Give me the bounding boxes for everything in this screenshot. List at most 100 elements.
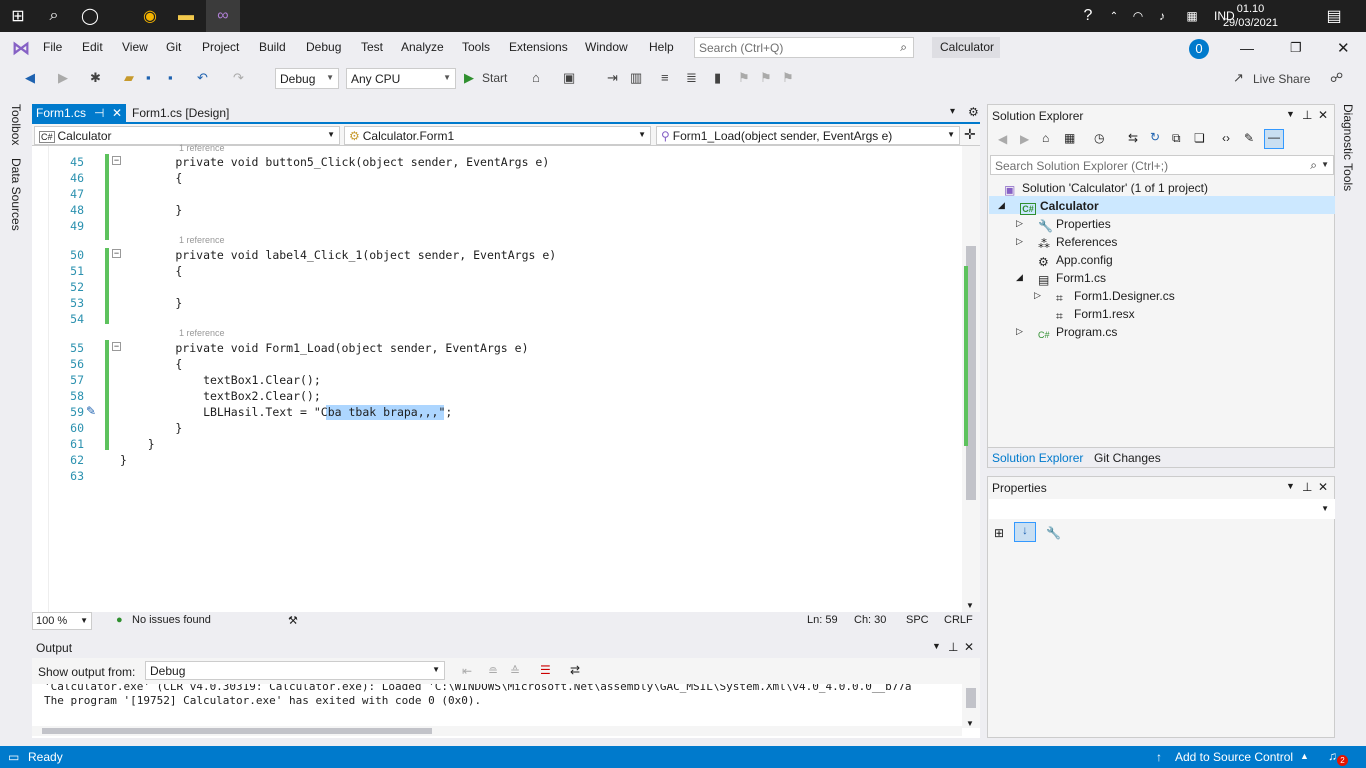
- sync-icon[interactable]: ⇆: [1128, 131, 1138, 145]
- add-source-control-button[interactable]: Add to Source Control: [1175, 750, 1293, 764]
- clock[interactable]: 01.10 29/03/2021: [1223, 2, 1278, 30]
- pin-icon[interactable]: ⊥: [948, 640, 958, 654]
- menu-analyze[interactable]: Analyze: [401, 40, 444, 54]
- undo-icon[interactable]: ↶: [197, 70, 208, 86]
- forward-icon[interactable]: ▶: [1020, 132, 1029, 146]
- quick-action-brush-icon[interactable]: ✎: [86, 404, 96, 418]
- bell-icon[interactable]: ♫: [1328, 749, 1337, 763]
- save-icon[interactable]: ▪: [146, 70, 151, 85]
- scrollbar-thumb[interactable]: [42, 728, 432, 734]
- next-message-icon[interactable]: ≙: [510, 664, 520, 678]
- class-select[interactable]: ⚙ Calculator.Form1 ▼: [344, 126, 651, 145]
- toolbox-tab[interactable]: Toolbox: [9, 104, 23, 145]
- layout-icon[interactable]: ▥: [630, 70, 642, 86]
- tree-references[interactable]: ⁂ References: [1038, 235, 1117, 251]
- task-view-icon[interactable]: ◯: [78, 4, 102, 28]
- close-icon[interactable]: ✕: [1337, 39, 1350, 57]
- browser-icon[interactable]: ▣: [563, 70, 575, 86]
- notifications-icon[interactable]: ▤: [1322, 4, 1346, 28]
- tab-git-changes[interactable]: Git Changes: [1094, 451, 1161, 465]
- collapse-all-icon[interactable]: ⧉: [1172, 131, 1181, 146]
- member-select[interactable]: ⚲ Form1_Load(object sender, EventArgs e) …: [656, 126, 960, 145]
- minimize-icon[interactable]: —: [1240, 40, 1254, 56]
- back-icon[interactable]: ◀: [998, 132, 1007, 146]
- platform-select[interactable]: Any CPU ▼: [346, 68, 456, 89]
- collapsed-icon[interactable]: ▷: [1016, 218, 1023, 229]
- menu-file[interactable]: File: [43, 40, 62, 54]
- zoom-select[interactable]: 100 % ▼: [32, 612, 92, 630]
- alphabetical-icon[interactable]: ↓: [1014, 522, 1036, 542]
- close-icon[interactable]: ✕: [964, 640, 974, 654]
- chevron-up-icon[interactable]: ▲: [1300, 751, 1309, 761]
- tree-solution[interactable]: ▣ Solution 'Calculator' (1 of 1 project): [1004, 181, 1208, 197]
- live-share-icon[interactable]: ↗: [1233, 70, 1244, 86]
- configuration-select[interactable]: Debug ▼: [275, 68, 339, 89]
- issues-status[interactable]: No issues found: [132, 614, 211, 626]
- properties-icon[interactable]: ✎: [1244, 131, 1254, 145]
- menu-help[interactable]: Help: [649, 40, 674, 54]
- home-icon[interactable]: ⌂: [1042, 131, 1049, 145]
- comment-icon[interactable]: ≡: [661, 70, 669, 85]
- solution-name-badge[interactable]: Calculator: [932, 37, 1000, 58]
- close-tab-icon[interactable]: ✕: [112, 106, 122, 120]
- code-editor[interactable]: 1 reference 1 reference 1 reference 45 4…: [32, 143, 980, 612]
- settings-icon[interactable]: ⚙: [968, 105, 979, 119]
- chrome-icon[interactable]: ◉: [138, 4, 162, 28]
- split-icon[interactable]: ✛: [964, 126, 976, 143]
- file-explorer-icon[interactable]: ▬: [174, 4, 198, 28]
- tab-solution-explorer[interactable]: Solution Explorer: [992, 451, 1083, 465]
- collapsed-icon[interactable]: ▷: [1034, 290, 1041, 301]
- menu-git[interactable]: Git: [166, 40, 181, 54]
- prev-message-icon[interactable]: ≘: [488, 664, 498, 678]
- step-icon[interactable]: ⇥: [607, 70, 618, 86]
- output-vertical-scrollbar[interactable]: ▼: [962, 684, 980, 728]
- next-bookmark-icon[interactable]: ⚑: [760, 70, 772, 86]
- object-select[interactable]: ▼: [989, 499, 1335, 519]
- tree-form1-cs[interactable]: ▤ Form1.cs: [1038, 271, 1106, 287]
- dropdown-icon[interactable]: ▼: [932, 641, 941, 651]
- word-wrap-icon[interactable]: ⇄: [570, 663, 580, 677]
- chevron-up-icon[interactable]: ⌃: [1102, 4, 1126, 28]
- search-input[interactable]: Search (Ctrl+Q) ⌕: [694, 37, 914, 58]
- vertical-scrollbar[interactable]: ▼: [962, 146, 980, 612]
- preview-icon[interactable]: —: [1264, 129, 1284, 149]
- dropdown-icon[interactable]: ▼: [1286, 109, 1295, 119]
- find-files-icon[interactable]: ⌂: [532, 70, 540, 85]
- restore-icon[interactable]: ❐: [1290, 40, 1302, 56]
- pending-changes-icon[interactable]: ◷: [1094, 131, 1104, 145]
- categorized-icon[interactable]: ⊞: [994, 526, 1004, 540]
- close-icon[interactable]: ✕: [1318, 108, 1328, 122]
- output-source-select[interactable]: Debug ▼: [145, 661, 445, 680]
- menu-window[interactable]: Window: [585, 40, 628, 54]
- scroll-down-icon[interactable]: ▼: [966, 719, 974, 728]
- visual-studio-taskbar-icon[interactable]: ∞: [206, 0, 240, 32]
- show-all-files-icon[interactable]: ❏: [1194, 131, 1205, 145]
- indent-mode[interactable]: SPC: [906, 614, 929, 626]
- pin-icon[interactable]: ⊣: [94, 106, 104, 120]
- start-button[interactable]: Start: [482, 71, 507, 85]
- solution-search-input[interactable]: Search Solution Explorer (Ctrl+;) ⌕ ▼: [990, 155, 1334, 175]
- code-lens[interactable]: 1 reference: [179, 143, 225, 153]
- tree-project[interactable]: C# Calculator: [1020, 199, 1099, 215]
- tree-form1-resx[interactable]: ⌗ Form1.resx: [1056, 307, 1135, 323]
- view-code-icon[interactable]: ‹›: [1222, 131, 1230, 145]
- collapsed-icon[interactable]: ▷: [1016, 236, 1023, 247]
- tree-program-cs[interactable]: C# Program.cs: [1038, 325, 1117, 342]
- prev-bookmark-icon[interactable]: ⚑: [738, 70, 750, 86]
- menu-project[interactable]: Project: [202, 40, 239, 54]
- pin-icon[interactable]: ⊥: [1302, 108, 1312, 122]
- line-position[interactable]: Ln: 59: [807, 614, 838, 626]
- menu-test[interactable]: Test: [361, 40, 383, 54]
- menu-edit[interactable]: Edit: [82, 40, 103, 54]
- start-icon[interactable]: ▶: [464, 70, 474, 86]
- goto-icon[interactable]: ⇤: [462, 664, 472, 678]
- bookmark-icon[interactable]: ▮: [714, 70, 721, 86]
- notification-badge[interactable]: 0: [1189, 39, 1209, 59]
- scrollbar-thumb[interactable]: [966, 688, 976, 708]
- live-share-button[interactable]: Live Share: [1253, 72, 1310, 86]
- forward-icon[interactable]: ▶: [58, 70, 68, 86]
- keyboard-icon[interactable]: ▦: [1180, 4, 1204, 28]
- column-position[interactable]: Ch: 30: [854, 614, 886, 626]
- menu-tools[interactable]: Tools: [462, 40, 490, 54]
- output-text[interactable]: 'Calculator.exe' (CLR v4.0.30319: Calcul…: [32, 684, 962, 728]
